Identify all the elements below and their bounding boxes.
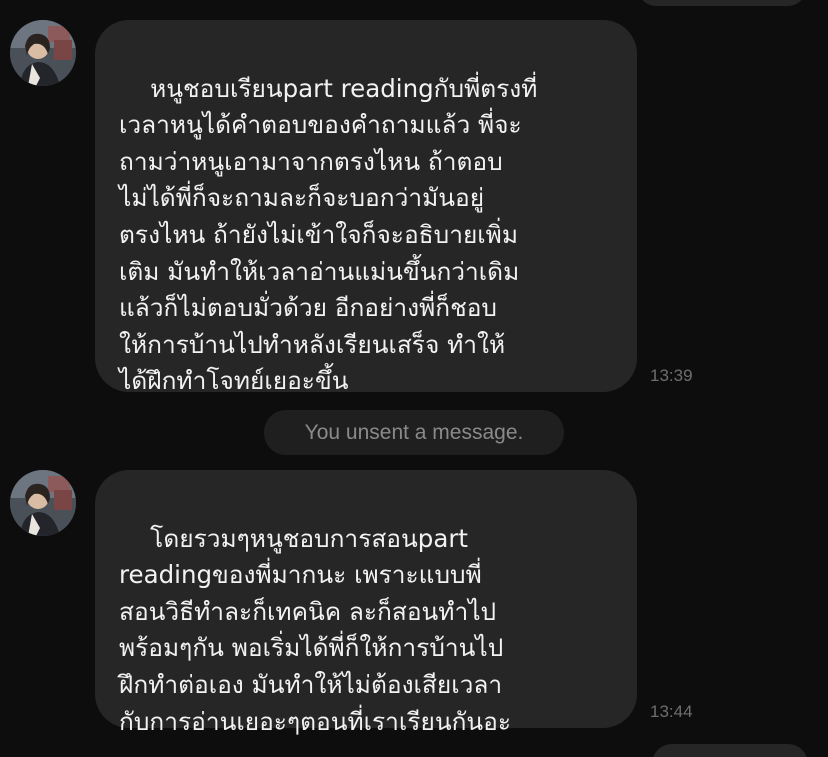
message-timestamp: 13:44 [650, 702, 693, 721]
chat-thread: หนูชอบเรียนpart readingกับพี่ตรงที่ เวลา… [0, 0, 828, 757]
message-text: หนูชอบเรียนpart readingกับพี่ตรงที่ เวลา… [119, 73, 538, 396]
contact-avatar[interactable] [10, 20, 76, 86]
message-bubble[interactable]: โดยรวมๆหนูชอบการสอนpart readingของพี่มาก… [95, 470, 637, 736]
message-timestamp: 13:39 [650, 366, 693, 385]
notice-text: You unsent a message. [304, 420, 524, 444]
avatar-photo-icon [10, 20, 76, 86]
avatar-photo-icon [10, 470, 76, 536]
previous-message-bubble[interactable] [638, 0, 806, 6]
next-message-bubble[interactable] [652, 744, 808, 757]
contact-avatar[interactable] [10, 470, 76, 536]
message-bubble[interactable]: หนูชอบเรียนpart readingกับพี่ตรงที่ เวลา… [95, 20, 637, 395]
message-text: โดยรวมๆหนูชอบการสอนpart readingของพี่มาก… [119, 523, 512, 736]
unsent-message-notice: You unsent a message. [264, 410, 564, 455]
